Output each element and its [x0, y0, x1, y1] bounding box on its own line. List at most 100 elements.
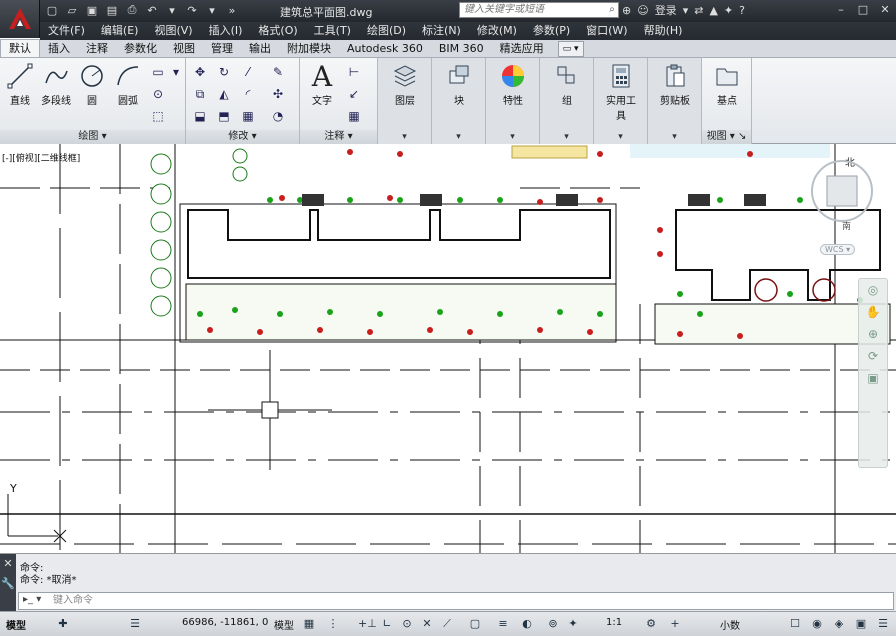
exchange-icon[interactable]: ⇄ — [694, 4, 703, 17]
layout-menu-icon[interactable]: ☰ — [128, 617, 142, 631]
scale-icon[interactable]: ⬒ — [216, 108, 232, 124]
print-icon[interactable]: ⎙ — [124, 2, 140, 18]
panel-draw-title[interactable]: 绘图 ▾ — [0, 130, 185, 144]
save-icon[interactable]: ▣ — [84, 2, 100, 18]
login-dropdown-icon[interactable]: ▾ — [683, 4, 689, 17]
properties-dropdown-icon[interactable]: ▾ — [486, 130, 539, 144]
clipboard-tool[interactable]: 剪贴板 — [657, 62, 693, 107]
lock-ui-icon[interactable]: ◉ — [810, 617, 824, 631]
autodesk-a360-icon[interactable]: ▲ — [709, 4, 717, 17]
tab-default[interactable]: 默认 — [0, 39, 40, 57]
menu-parametric[interactable]: 参数(P) — [525, 22, 578, 40]
isodraft-icon[interactable]: ✕ — [420, 617, 434, 631]
panel-properties[interactable]: 特性 ▾ — [486, 58, 540, 144]
menu-insert[interactable]: 插入(I) — [201, 22, 251, 40]
command-input[interactable]: 键入命令 — [53, 594, 93, 608]
tab-parametric[interactable]: 参数化 — [116, 40, 165, 57]
trim-icon[interactable]: ⁄ — [240, 64, 256, 80]
menu-tools[interactable]: 工具(T) — [306, 22, 359, 40]
menu-dimension[interactable]: 标注(N) — [414, 22, 469, 40]
fillet-icon[interactable]: ◜ — [240, 86, 256, 102]
command-prompt-icon[interactable]: ▸_ ▾ — [23, 594, 41, 605]
panel-layers[interactable]: 图层 ▾ — [378, 58, 432, 144]
clean-screen-icon[interactable]: ▣ — [854, 617, 868, 631]
units-selector[interactable]: 小数 — [720, 617, 740, 632]
tab-annotate[interactable]: 注释 — [78, 40, 116, 57]
user-icon[interactable]: ☺ — [637, 4, 648, 17]
stay-connected-icon[interactable]: ✦ — [724, 4, 733, 17]
binoculars-icon[interactable]: ⊕ — [622, 4, 631, 17]
search-icon[interactable]: ⌕ — [605, 3, 619, 17]
rotate-icon[interactable]: ↻ — [216, 64, 232, 80]
menu-edit[interactable]: 编辑(E) — [93, 22, 147, 40]
hatch-icon[interactable]: ⊙ — [150, 86, 166, 102]
steering-wheel-icon[interactable]: ◎ — [859, 279, 887, 301]
ribbon-minimize-toggle[interactable]: ▭ ▾ — [557, 40, 584, 57]
snap-icon[interactable]: ⋮ — [326, 617, 340, 631]
annotation-monitor-icon[interactable]: + — [668, 617, 682, 631]
dimension-icon[interactable]: ⊢ — [346, 64, 362, 80]
close-icon[interactable]: ✕ — [874, 0, 896, 20]
model-space-toggle[interactable]: 模型 — [274, 617, 294, 632]
block-dropdown-icon[interactable]: ▾ — [432, 130, 485, 144]
tab-autodesk-360[interactable]: Autodesk 360 — [339, 40, 431, 57]
menu-file[interactable]: 文件(F) — [40, 22, 93, 40]
grid-icon[interactable]: ▦ — [302, 617, 316, 631]
open-file-icon[interactable]: ▱ — [64, 2, 80, 18]
lineweight-icon[interactable]: ≡ — [496, 617, 510, 631]
viewport-controls[interactable]: [-][俯视][二维线框] — [2, 151, 80, 164]
tab-manage[interactable]: 管理 — [203, 40, 241, 57]
undo-dropdown-icon[interactable]: ▾ — [164, 2, 180, 18]
ortho-icon[interactable]: ∟ — [380, 617, 394, 631]
offset-icon[interactable]: ◔ — [270, 108, 286, 124]
customize-icon[interactable]: 🔧 — [0, 574, 16, 594]
selection-cycling-icon[interactable]: ⊚ — [546, 617, 560, 631]
command-input-row[interactable]: ▸_ ▾ 键入命令 — [18, 592, 894, 610]
cursor-coordinates[interactable]: 66986, -11861, 0 — [182, 617, 268, 628]
stretch-icon[interactable]: ⬓ — [192, 108, 208, 124]
annotation-visibility-icon[interactable]: ✦ — [566, 617, 580, 631]
application-menu-button[interactable] — [0, 0, 40, 38]
panel-modify-title[interactable]: 修改 ▾ — [186, 130, 299, 144]
table-icon[interactable]: ▦ — [346, 108, 362, 124]
line-tool[interactable]: 直线 — [2, 62, 38, 107]
command-line-handle[interactable]: ✕ 🔧 — [0, 554, 16, 612]
base-point-tool[interactable]: 基点 — [709, 62, 745, 107]
panel-annotation-title[interactable]: 注释 ▾ — [300, 130, 377, 144]
rectangle-dropdown-icon[interactable]: ▾ — [168, 64, 184, 80]
customization-icon[interactable]: ☰ — [876, 617, 890, 631]
menu-window[interactable]: 窗口(W) — [578, 22, 635, 40]
undo-icon[interactable]: ↶ — [144, 2, 160, 18]
polar-icon[interactable]: ⊙ — [400, 617, 414, 631]
search-input[interactable]: 键入关键字或短语 — [459, 2, 619, 18]
menu-help[interactable]: 帮助(H) — [636, 22, 691, 40]
panel-block[interactable]: 块 ▾ — [432, 58, 486, 144]
circle-tool[interactable]: 圆 — [74, 62, 110, 107]
tab-featured-apps[interactable]: 精选应用 — [492, 40, 552, 57]
drawing-canvas[interactable]: 北 南 Y [-][俯视][二维线框] WCS ▾ ◎ ✋ ⊕ ⟳ ▣ — [0, 144, 896, 553]
quick-properties-icon[interactable]: ☐ — [788, 617, 802, 631]
panel-view-title[interactable]: 视图 ▾ ↘ — [702, 130, 751, 144]
panel-clipboard[interactable]: 剪贴板 ▾ — [648, 58, 702, 144]
tab-view[interactable]: 视图 — [165, 40, 203, 57]
groups-dropdown-icon[interactable]: ▾ — [540, 130, 593, 144]
menu-format[interactable]: 格式(O) — [250, 22, 305, 40]
mirror-icon[interactable]: ◭ — [216, 86, 232, 102]
panel-groups[interactable]: 组 ▾ — [540, 58, 594, 144]
annotation-scale[interactable]: 1:1 — [606, 617, 622, 628]
polyline-tool[interactable]: 多段线 — [38, 62, 74, 107]
wcs-dropdown[interactable]: WCS ▾ — [820, 244, 856, 255]
save-as-icon[interactable]: ▤ — [104, 2, 120, 18]
new-file-icon[interactable]: ▢ — [44, 2, 60, 18]
block-tool[interactable]: 块 — [441, 62, 477, 107]
utilities-tool[interactable]: 实用工具 — [603, 62, 639, 122]
help-icon[interactable]: ? — [739, 4, 745, 17]
utilities-dropdown-icon[interactable]: ▾ — [594, 130, 647, 144]
properties-tool[interactable]: 特性 — [495, 62, 531, 107]
login-label[interactable]: 登录 — [655, 2, 677, 18]
close-commandline-icon[interactable]: ✕ — [0, 554, 16, 574]
rectangle-icon[interactable]: ▭ — [150, 64, 166, 80]
clipboard-dropdown-icon[interactable]: ▾ — [648, 130, 701, 144]
move-icon[interactable]: ✥ — [192, 64, 208, 80]
object-snap-tracking-icon[interactable]: ⟋ — [440, 617, 454, 631]
